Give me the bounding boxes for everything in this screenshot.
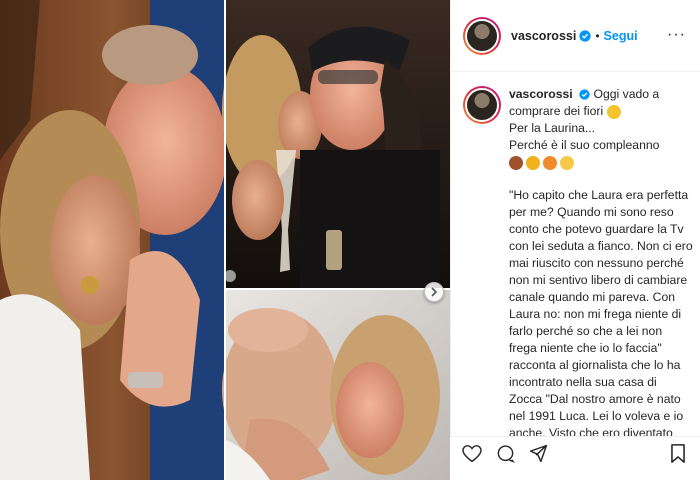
caption-avatar[interactable] xyxy=(463,86,501,124)
bookmark-icon[interactable] xyxy=(670,444,686,463)
share-icon[interactable] xyxy=(529,444,548,463)
more-options-icon[interactable]: ··· xyxy=(667,27,686,43)
caption: vascorossi Oggi vado a comprare dei fior… xyxy=(463,86,693,459)
partying-face-emoji-icon xyxy=(560,155,574,170)
caption-line-3: Perché è il suo compleanno xyxy=(509,138,660,152)
emoji-row xyxy=(509,155,574,170)
carousel-next-button[interactable] xyxy=(424,282,444,302)
verified-badge-icon xyxy=(579,29,591,42)
comment-icon[interactable] xyxy=(496,444,515,463)
likes-strip xyxy=(450,470,700,480)
post-header: vascorossi • Segui xyxy=(451,0,700,72)
separator-dot: • xyxy=(595,28,600,43)
photo-bottom-right xyxy=(222,290,450,480)
verified-badge-icon xyxy=(579,89,590,100)
follow-button[interactable]: Segui xyxy=(604,29,638,43)
caption-username[interactable]: vascorossi xyxy=(509,87,573,101)
photo-collage xyxy=(0,0,450,480)
party-emoji-icon xyxy=(526,155,540,170)
heart-icon[interactable] xyxy=(462,444,482,463)
caption-line-2: Per la Laurina... xyxy=(509,121,596,135)
post-media[interactable] xyxy=(0,0,450,480)
cake-emoji-icon xyxy=(509,155,523,170)
header-username[interactable]: vascorossi xyxy=(511,29,576,43)
avatar[interactable] xyxy=(463,16,501,55)
heart-eyes-emoji-icon xyxy=(543,155,557,170)
chevron-right-icon xyxy=(431,287,438,297)
photo-top-right xyxy=(222,0,450,288)
post-side-panel: vascorossi • Segui ··· vascorossi Oggi v… xyxy=(450,0,700,480)
caption-quote: "Ho capito che Laura era perfetta per me… xyxy=(509,188,693,457)
smiling-emoji-icon xyxy=(606,104,621,119)
photo-left xyxy=(0,0,227,480)
post-action-bar xyxy=(450,436,700,470)
